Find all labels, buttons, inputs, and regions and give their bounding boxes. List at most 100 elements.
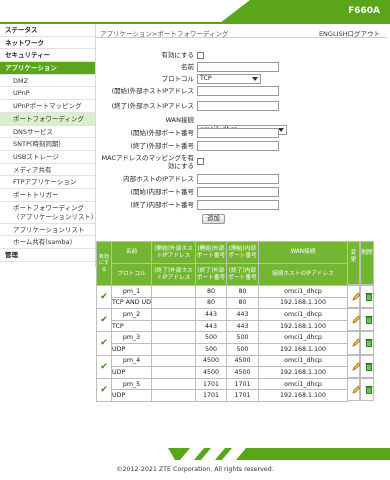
header-logo-area: [0, 0, 250, 23]
mac-mapping-label-2: 効にする: [167, 162, 194, 170]
ext-ip-start: [151, 354, 196, 368]
ext-start-ip-input[interactable]: [197, 86, 279, 96]
ext-end-ip-input[interactable]: [197, 101, 279, 111]
host-ip: 192.168.1.100: [258, 342, 348, 356]
col-wan: WAN接続: [258, 241, 348, 264]
mac-mapping-checkbox[interactable]: [197, 158, 204, 165]
protocol-select[interactable]: TCP: [197, 74, 261, 84]
delete-button[interactable]: [360, 354, 374, 378]
int-port-end: 4500: [226, 366, 259, 379]
table-row-sub: TCP 443 443 192.168.1.100: [97, 319, 348, 333]
sidebar-item[interactable]: ポートフォワーディング: [0, 112, 95, 126]
rule-name: pm_2: [111, 308, 152, 321]
ext-ip-start: [151, 377, 196, 391]
int-port-start: 1701: [226, 377, 259, 391]
int-port-start: 443: [226, 308, 259, 321]
rule-protocol: UDP: [111, 366, 152, 379]
table-row: ✔ pm_3 500 500 omci1_dhcp: [96, 331, 348, 356]
col-protocol: プロトコル: [111, 263, 152, 286]
table-row-sub: TCP AND UDP 80 80 192.168.1.100: [97, 296, 348, 310]
sidebar-item[interactable]: ネットワーク: [0, 37, 95, 50]
edit-button[interactable]: [347, 285, 361, 309]
protocol-label: プロトコル: [161, 75, 195, 83]
edit-button[interactable]: [347, 354, 361, 378]
enabled-check-icon: ✔: [96, 284, 112, 310]
sidebar-item[interactable]: メディア共有: [0, 164, 95, 177]
sidebar-item[interactable]: ポートフォワーディング（アプリケーションリスト）: [0, 202, 95, 224]
model-name: F660A: [348, 6, 380, 16]
ext-start-port-input[interactable]: [197, 128, 279, 138]
ext-port-start: 4500: [195, 354, 227, 368]
table-row-sub: UDP 1701 1701 192.168.1.100: [97, 389, 348, 402]
name-input[interactable]: [197, 62, 279, 72]
int-start-port-input[interactable]: [197, 187, 279, 197]
footer-bar: [0, 448, 390, 460]
int-port-end: 80: [226, 296, 259, 310]
rule-name: pm_5: [111, 377, 152, 391]
int-port-end: 443: [226, 319, 259, 333]
int-host-ip-label: 内部ホストのIPアドレス: [123, 175, 194, 183]
sidebar-item[interactable]: SNTP(時刻同期): [0, 138, 95, 151]
ext-end-port-label: (終了)外部ポート番号: [130, 142, 194, 150]
sidebar-item[interactable]: ホーム共有(samba): [0, 236, 95, 249]
edit-button[interactable]: [347, 377, 361, 401]
enable-checkbox[interactable]: [197, 52, 204, 59]
sidebar-item[interactable]: UPnPポートマッピング: [0, 100, 95, 113]
col-name: 名前: [111, 241, 152, 264]
delete-button[interactable]: [360, 331, 374, 355]
wan-connection: omci1_dhcp: [258, 377, 348, 391]
table-row-sub: UDP 500 500 192.168.1.100: [97, 342, 348, 356]
sidebar-item[interactable]: 管理: [0, 249, 95, 262]
wan-connection: omci1_dhcp: [258, 308, 348, 321]
host-ip: 192.168.1.100: [258, 296, 348, 310]
delete-button[interactable]: [360, 377, 374, 401]
edit-button[interactable]: [347, 308, 361, 332]
add-button[interactable]: 追加: [202, 214, 225, 224]
sidebar-item[interactable]: セキュリティー: [0, 49, 95, 63]
int-host-ip-input[interactable]: [197, 174, 279, 184]
ext-ip-end: [151, 296, 196, 310]
sidebar-item[interactable]: UPnP: [0, 87, 95, 101]
sidebar-item[interactable]: ポートトリガー: [0, 189, 95, 202]
delete-button[interactable]: [360, 308, 374, 332]
enabled-check-icon: ✔: [96, 331, 112, 356]
col-int-port-start: (開始)内部ポート番号: [226, 241, 259, 264]
rule-protocol: TCP: [111, 319, 152, 333]
edit-button[interactable]: [347, 331, 361, 355]
ext-port-end: 80: [195, 296, 227, 310]
trash-icon: [365, 293, 373, 301]
copyright: ©2012-2021 ZTE Corporation. All rights r…: [116, 466, 274, 473]
footer-white-area: [0, 448, 175, 460]
footer-stripe: [221, 448, 247, 460]
sidebar-item[interactable]: DNSサービス: [0, 126, 95, 139]
col-ext-ip-start: (開始)外部ホストIPアドレス: [151, 241, 196, 264]
ext-ip-end: [151, 389, 196, 402]
enable-label: 有効にする: [161, 51, 194, 59]
rule-protocol: UDP: [111, 389, 152, 402]
sidebar-item[interactable]: USBストレージ: [0, 151, 95, 164]
sidebar-item[interactable]: DMZ: [0, 75, 95, 88]
footer-stripe: [200, 448, 226, 460]
ext-end-port-input[interactable]: [197, 141, 279, 151]
sidebar-item[interactable]: アプリケーションリスト: [0, 224, 95, 237]
col-host-ip: 接続ホストのIPアドレス: [258, 263, 348, 286]
ext-end-ip-label: (終了)外部ホストIPアドレス: [111, 102, 194, 110]
col-delete: 削除: [360, 241, 374, 285]
sidebar-item[interactable]: アプリケーション: [0, 62, 95, 75]
sidebar-item[interactable]: ステータス: [0, 24, 95, 37]
int-end-port-input[interactable]: [197, 200, 279, 210]
ext-ip-start: [151, 331, 196, 344]
ext-ip-end: [151, 342, 196, 356]
ext-port-end: 1701: [195, 389, 227, 402]
name-label: 名前: [181, 63, 194, 71]
table-row: ✔ pm_5 1701 1701 omci1_dhcp: [96, 377, 348, 402]
sidebar-item[interactable]: FTPアプリケーション: [0, 176, 95, 189]
ext-ip-end: [151, 366, 196, 379]
ext-port-end: 4500: [195, 366, 227, 379]
col-int-port-end: (終了)内部ポート番号: [226, 263, 259, 286]
int-end-port-label: (終了)内部ポート番号: [130, 201, 194, 209]
delete-button[interactable]: [360, 285, 374, 309]
host-ip: 192.168.1.100: [258, 389, 348, 402]
ext-port-start: 443: [195, 308, 227, 321]
sidebar-nav: ステータス ネットワーク セキュリティー アプリケーション DMZ UPnP UPnPポート…: [0, 24, 96, 267]
